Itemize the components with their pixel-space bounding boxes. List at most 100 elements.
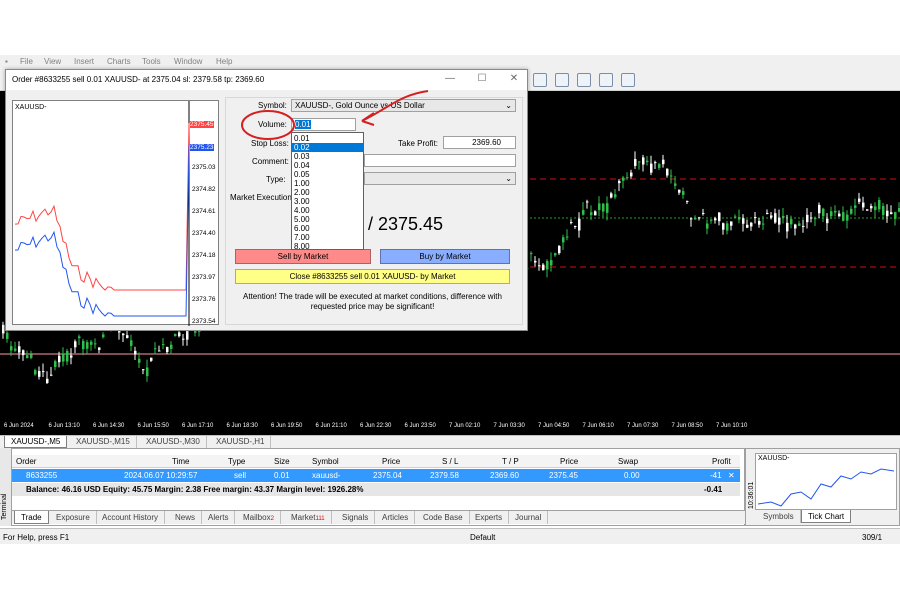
candle-body (806, 214, 809, 223)
time-label: 6 Jun 21:10 (315, 423, 347, 429)
candle-body (14, 348, 17, 351)
col-type[interactable]: Type (228, 457, 245, 466)
volume-option[interactable]: 3.00 (292, 197, 363, 206)
candle-body (866, 209, 869, 211)
candle-body (34, 370, 37, 375)
candle-body (858, 198, 861, 202)
minimize-icon[interactable]: — (442, 73, 458, 87)
volume-option[interactable]: 6.00 (292, 224, 363, 233)
price-label: 2375.03 (192, 164, 216, 171)
menu-charts[interactable]: Charts (107, 57, 131, 66)
candle-body (90, 341, 93, 345)
candle-body (702, 212, 705, 214)
menu-file[interactable]: File (20, 57, 33, 66)
col-tp[interactable]: T / P (502, 457, 519, 466)
tab-m15[interactable]: XAUUSD-,M15 (70, 436, 137, 448)
volume-option[interactable]: 8.00 (292, 242, 363, 251)
tab-experts[interactable]: Experts (469, 511, 510, 524)
tab-account-history[interactable]: Account History (96, 511, 166, 524)
tab-h1[interactable]: XAUUSD-,H1 (210, 436, 272, 448)
tab-mailbox[interactable]: Mailbox2 (237, 511, 281, 524)
volume-option[interactable]: 0.05 (292, 170, 363, 179)
maximize-icon[interactable]: ☐ (474, 73, 490, 87)
volume-option[interactable]: 7.00 (292, 233, 363, 242)
tab-tick-chart[interactable]: Tick Chart (801, 510, 852, 523)
candle-body (138, 358, 141, 363)
tab-m5[interactable]: XAUUSD-,M5 (4, 436, 68, 448)
col-time[interactable]: Time (172, 457, 189, 466)
tab-symbols[interactable]: Symbols (757, 510, 801, 523)
menu-view[interactable]: View (44, 57, 61, 66)
annotation-overlay (241, 90, 429, 140)
take-profit-value: 2369.60 (472, 138, 501, 147)
candle-body (706, 223, 709, 229)
tab-news[interactable]: News (169, 511, 203, 524)
menu-help[interactable]: Help (216, 57, 232, 66)
candle-body (622, 177, 625, 181)
close-order-icon[interactable]: ✕ (728, 471, 735, 480)
close-icon[interactable]: ✕ (506, 73, 522, 87)
tick-chart-lines (757, 468, 895, 507)
annotation-arrow (361, 90, 429, 122)
col-sl[interactable]: S / L (442, 457, 458, 466)
volume-dropdown[interactable]: 0.01 0.02 0.03 0.04 0.05 1.00 2.00 3.00 4.00 5.00… (291, 132, 364, 251)
volume-option[interactable]: 0.03 (292, 152, 363, 161)
tile-windows-icon[interactable] (599, 73, 613, 87)
candle-body (746, 224, 749, 228)
chart-shift-icon[interactable] (621, 73, 635, 87)
take-profit-input[interactable]: 2369.60 (443, 136, 516, 149)
dialog-tick-chart: XAUUSD- 2375.45 2375.23 2375.03 2374.82 2374… (12, 100, 219, 326)
row-order: 8633255 (26, 471, 58, 480)
volume-option[interactable]: 1.00 (292, 179, 363, 188)
volume-option[interactable]: 0.04 (292, 161, 363, 170)
volume-option[interactable]: 2.00 (292, 188, 363, 197)
table-row[interactable]: 8633255 2024.06.07 10:29:57 sell 0.01 xa… (12, 469, 740, 482)
sell-by-market-button[interactable]: Sell by Market (235, 249, 371, 264)
tab-exposure[interactable]: Exposure (50, 511, 97, 524)
zoom-out-icon[interactable] (577, 73, 591, 87)
candle-body (142, 369, 145, 371)
candle-body (742, 218, 745, 224)
tab-trade[interactable]: Trade (14, 511, 49, 524)
col-profit[interactable]: Profit (712, 457, 731, 466)
tab-code-base[interactable]: Code Base (417, 511, 470, 524)
candle-body (554, 253, 557, 256)
tab-journal[interactable]: Journal (509, 511, 549, 524)
col-symbol[interactable]: Symbol (312, 457, 339, 466)
tab-market[interactable]: Market111 (285, 511, 332, 524)
dialog-title: Order #8633255 sell 0.01 XAUUSD- at 2375… (12, 75, 265, 84)
tab-articles[interactable]: Articles (376, 511, 416, 524)
candle-body (558, 246, 561, 254)
app-icon: ▪ (5, 57, 8, 66)
volume-option[interactable]: 4.00 (292, 206, 363, 215)
time-label: 6 Jun 19:50 (271, 423, 303, 429)
col-current-price[interactable]: Price (560, 457, 578, 466)
candle-body (646, 160, 649, 163)
tab-m30[interactable]: XAUUSD-,M30 (140, 436, 207, 448)
price-label: 2375.23 (190, 144, 214, 151)
zoom-in-icon[interactable] (555, 73, 569, 87)
menu-window[interactable]: Window (174, 57, 202, 66)
status-profile[interactable]: Default (470, 533, 495, 542)
buy-by-market-button[interactable]: Buy by Market (380, 249, 510, 264)
candle-body (198, 331, 201, 333)
candle-body (78, 336, 81, 339)
candle-body (574, 225, 577, 227)
candle-body (766, 212, 769, 214)
candle-body (570, 222, 573, 224)
tab-alerts[interactable]: Alerts (202, 511, 236, 524)
candle-body (146, 367, 149, 377)
tab-signals[interactable]: Signals (336, 511, 376, 524)
type-select[interactable]: ⌄ (364, 172, 516, 185)
comment-input[interactable] (364, 154, 516, 167)
col-order[interactable]: Order (16, 457, 36, 466)
col-size[interactable]: Size (274, 457, 290, 466)
menu-tools[interactable]: Tools (142, 57, 161, 66)
close-order-button[interactable]: Close #8633255 sell 0.01 XAUUSD- by Mark… (235, 269, 510, 284)
bar-chart-icon[interactable] (533, 73, 547, 87)
col-price[interactable]: Price (382, 457, 400, 466)
volume-option[interactable]: 5.00 (292, 215, 363, 224)
menu-insert[interactable]: Insert (74, 57, 94, 66)
col-swap[interactable]: Swap (618, 457, 638, 466)
candle-body (818, 204, 821, 214)
